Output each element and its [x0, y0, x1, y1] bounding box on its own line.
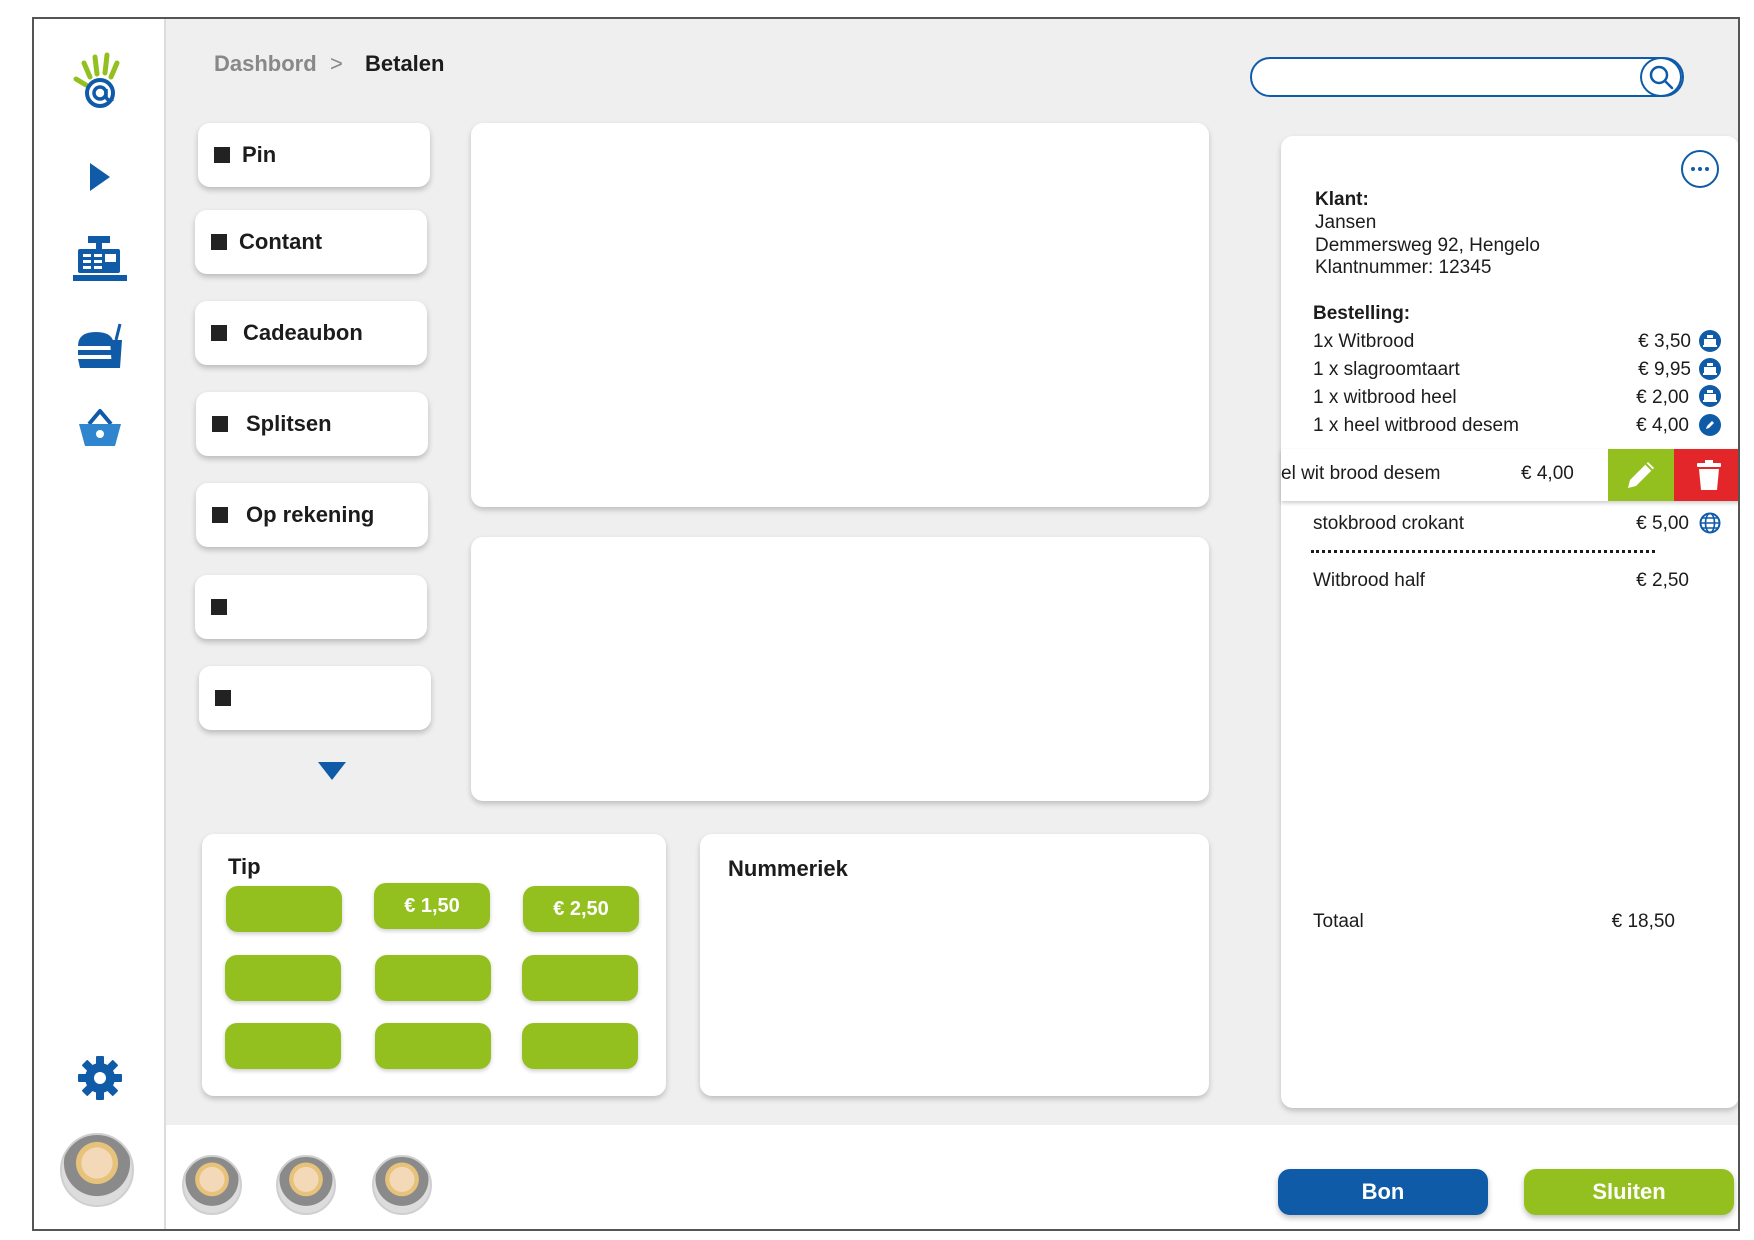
tip-panel: Tip € 1,50 € 2,50 — [202, 834, 666, 1096]
tip-title: Tip — [228, 854, 261, 879]
order-item-price: € 2,00 — [1636, 387, 1689, 408]
order-item-name: 1 x heel witbrood desem — [1313, 415, 1519, 436]
order-item-name: Witbrood half — [1313, 570, 1425, 591]
register-icon[interactable] — [1699, 358, 1721, 380]
content-panel-middle — [471, 537, 1209, 801]
tip-button-9[interactable] — [522, 1023, 638, 1069]
tip-button-1[interactable] — [226, 886, 342, 932]
checkbox-square-icon — [214, 147, 230, 163]
checkbox-square-icon — [211, 234, 227, 250]
cash-register-icon[interactable] — [34, 233, 166, 283]
order-item-price: € 5,00 — [1636, 513, 1689, 534]
pay-method-splitsen[interactable]: Splitsen — [196, 392, 428, 456]
breadcrumb-separator: > — [330, 51, 343, 76]
app-window: Dashbord > Betalen Pin Contant Cadeaubon… — [32, 17, 1740, 1231]
order-item-name: 1x Witbrood — [1313, 331, 1415, 352]
globe-icon[interactable] — [1699, 512, 1721, 539]
more-options-icon[interactable] — [1681, 150, 1719, 188]
search-input[interactable] — [1250, 57, 1684, 97]
pay-method-label: Splitsen — [246, 411, 332, 436]
order-item-price: € 9,95 — [1638, 359, 1691, 380]
staff-avatar[interactable] — [182, 1155, 242, 1215]
scroll-down-icon[interactable] — [317, 761, 347, 786]
total-label: Totaal — [1313, 911, 1364, 932]
sluiten-button[interactable]: Sluiten — [1524, 1169, 1734, 1215]
order-item-price: € 2,50 — [1636, 570, 1689, 591]
basket-icon[interactable] — [34, 403, 166, 453]
checkbox-square-icon — [212, 416, 228, 432]
edit-button[interactable] — [1608, 449, 1674, 501]
logo-icon — [34, 45, 166, 115]
order-separator — [1311, 550, 1655, 553]
pay-method-empty-2[interactable] — [199, 666, 431, 730]
numeric-title: Nummeriek — [728, 856, 848, 881]
bon-button[interactable]: Bon — [1278, 1169, 1488, 1215]
current-user-avatar[interactable] — [60, 1133, 134, 1207]
search-icon[interactable] — [1640, 57, 1682, 97]
breadcrumb-parent[interactable]: Dashbord — [214, 51, 317, 77]
staff-avatar[interactable] — [276, 1155, 336, 1215]
play-icon[interactable] — [34, 159, 166, 195]
pay-method-contant[interactable]: Contant — [195, 210, 427, 274]
pay-method-label: Pin — [242, 142, 277, 167]
checkbox-square-icon — [211, 599, 227, 615]
tip-button-3[interactable]: € 2,50 — [523, 886, 639, 932]
checkbox-square-icon — [211, 325, 227, 341]
pencil-icon — [1628, 462, 1654, 488]
pay-method-label: Contant — [239, 229, 323, 254]
delete-button[interactable] — [1674, 449, 1738, 501]
staff-avatar[interactable] — [372, 1155, 432, 1215]
order-item-name: stokbrood crokant — [1313, 513, 1465, 534]
tip-button-2[interactable]: € 1,50 — [374, 883, 490, 929]
pay-method-pin[interactable]: Pin — [198, 123, 430, 187]
order-label: Bestelling: — [1313, 303, 1411, 324]
register-icon[interactable] — [1699, 330, 1721, 352]
settings-icon[interactable] — [34, 1053, 166, 1103]
sidebar — [34, 19, 166, 1229]
tip-button-4[interactable] — [225, 955, 341, 1001]
register-icon[interactable] — [1699, 385, 1721, 407]
customer-address: Demmersweg 92, Hengelo — [1315, 235, 1540, 256]
checkbox-square-icon — [212, 507, 228, 523]
order-item-name: 1 x slagroomtaart — [1313, 359, 1460, 380]
pay-method-label: Op rekening — [246, 502, 375, 527]
tip-button-6[interactable] — [522, 955, 638, 1001]
customer-number: Klantnummer: 12345 — [1315, 257, 1492, 278]
bottom-bar: Bon Sluiten — [166, 1125, 1738, 1229]
breadcrumb-current: Betalen — [365, 51, 445, 76]
trash-icon — [1696, 460, 1721, 490]
order-item-name: 1 x witbrood heel — [1313, 387, 1457, 408]
checkbox-square-icon — [215, 690, 231, 706]
order-item-swiped[interactable]: el wit brood desem € 4,00 — [1281, 449, 1738, 501]
order-item-price: € 3,50 — [1638, 331, 1691, 352]
order-item-price: € 4,00 — [1521, 463, 1574, 484]
order-panel: Klant: Jansen Demmersweg 92, Hengelo Kla… — [1281, 136, 1738, 1108]
food-icon[interactable] — [34, 319, 166, 375]
customer-label: Klant: — [1315, 189, 1369, 210]
pay-method-empty-1[interactable] — [195, 575, 427, 639]
pencil-icon[interactable] — [1699, 414, 1721, 436]
pay-method-cadeaubon[interactable]: Cadeaubon — [195, 301, 427, 365]
numeric-panel: Nummeriek — [700, 834, 1209, 1096]
tip-button-8[interactable] — [375, 1023, 491, 1069]
total-value: € 18,50 — [1611, 911, 1675, 932]
pay-method-label: Cadeaubon — [243, 320, 363, 345]
order-item-name: el wit brood desem — [1281, 463, 1441, 484]
content-panel-top — [471, 123, 1209, 507]
tip-button-5[interactable] — [375, 955, 491, 1001]
customer-name: Jansen — [1315, 212, 1377, 233]
tip-button-7[interactable] — [225, 1023, 341, 1069]
pay-method-op-rekening[interactable]: Op rekening — [196, 483, 428, 547]
order-item-price: € 4,00 — [1636, 415, 1689, 436]
